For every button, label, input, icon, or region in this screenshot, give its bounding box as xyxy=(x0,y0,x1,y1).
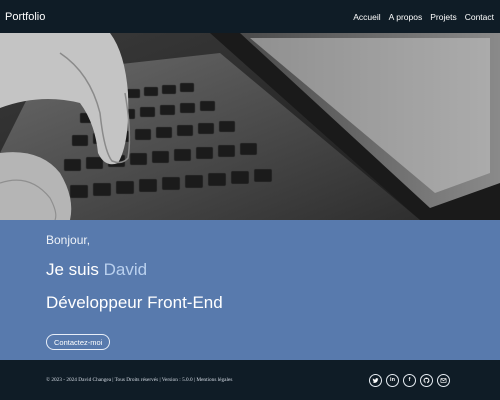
twitter-icon[interactable] xyxy=(369,373,382,387)
footer: © 2023 - 2024 David Changea | Tous Droit… xyxy=(0,360,500,400)
hero-section: Bonjour, Je suis David Développeur Front… xyxy=(0,220,500,360)
facebook-icon[interactable]: f xyxy=(403,373,416,387)
nav-link-projets[interactable]: Projets xyxy=(430,12,456,22)
footer-copyright: © 2023 - 2024 David Changea | Tous Droit… xyxy=(46,377,233,383)
github-icon[interactable] xyxy=(420,373,433,387)
linkedin-icon[interactable]: in xyxy=(386,373,399,387)
hero-role: Développeur Front-End xyxy=(46,293,223,312)
brand-logo[interactable]: Portfolio xyxy=(5,11,45,23)
nav-link-a-propos[interactable]: A propos xyxy=(389,12,423,22)
hero-intro: Je suis David xyxy=(46,260,147,280)
contact-button[interactable]: Contactez-moi xyxy=(46,334,111,350)
hero-laptop-image xyxy=(0,33,500,220)
hero-intro-prefix: Je suis xyxy=(46,260,99,279)
nav-links: Accueil A propos Projets Contact xyxy=(353,12,494,22)
email-icon[interactable] xyxy=(437,373,450,387)
nav-link-accueil[interactable]: Accueil xyxy=(353,12,380,22)
social-links: in f xyxy=(369,373,450,387)
hero-greeting: Bonjour, xyxy=(46,233,91,247)
navbar: Portfolio Accueil A propos Projets Conta… xyxy=(0,0,500,33)
nav-link-contact[interactable]: Contact xyxy=(465,12,494,22)
laptop-photo xyxy=(0,33,500,220)
hero-name: David xyxy=(103,260,148,279)
